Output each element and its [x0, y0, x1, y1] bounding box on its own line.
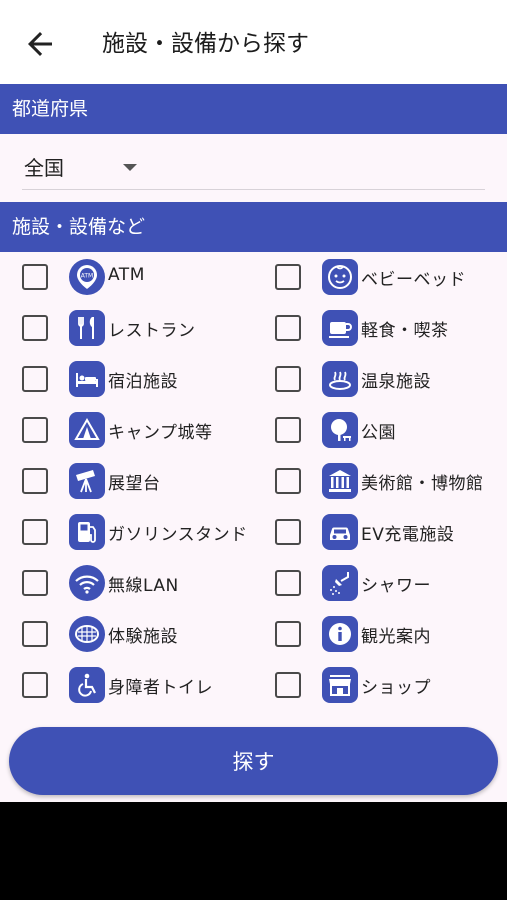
wheelchair-icon [69, 667, 105, 703]
checkbox[interactable] [275, 468, 301, 494]
facility-label: レストラン [108, 321, 196, 341]
checkbox[interactable] [22, 315, 48, 341]
checkbox[interactable] [275, 417, 301, 443]
facility-label: 観光案内 [361, 627, 431, 647]
checkbox[interactable] [275, 570, 301, 596]
bed-icon [69, 361, 105, 397]
screen: 施設・設備から探す 都道府県 全国 施設・設備など ATM ATM ベビーベッド [0, 0, 507, 802]
facility-label: キャンプ城等 [108, 423, 213, 443]
prefecture-dropdown[interactable]: 全国 [22, 144, 485, 190]
prefecture-selected: 全国 [24, 156, 64, 180]
camp-tent-icon [69, 412, 105, 448]
facility-label: シャワー [361, 576, 431, 596]
checkbox[interactable] [275, 315, 301, 341]
facility-label: 美術館・博物館 [361, 474, 484, 494]
cafe-icon [322, 310, 358, 346]
park-tree-icon [322, 412, 358, 448]
checkbox[interactable] [275, 366, 301, 392]
facility-label: 温泉施設 [361, 372, 431, 392]
info-icon [322, 616, 358, 652]
checkbox[interactable] [22, 417, 48, 443]
checkbox[interactable] [22, 519, 48, 545]
checkbox[interactable] [22, 570, 48, 596]
museum-icon [322, 463, 358, 499]
facility-label: 展望台 [108, 474, 161, 494]
facility-label: 公園 [361, 423, 396, 443]
facility-label: ショップ [361, 678, 431, 698]
facility-label: 宿泊施設 [108, 372, 178, 392]
checkbox[interactable] [22, 366, 48, 392]
facility-label: EV充電施設 [361, 525, 455, 545]
facility-label: ATM [108, 265, 145, 285]
shower-icon [322, 565, 358, 601]
facilities-header: 施設・設備など [0, 202, 507, 252]
atm-icon: ATM [69, 259, 105, 295]
shop-icon [322, 667, 358, 703]
checkbox[interactable] [22, 264, 48, 290]
baby-icon [322, 259, 358, 295]
facility-label: 無線LAN [108, 576, 179, 596]
checkbox[interactable] [275, 621, 301, 647]
checkbox[interactable] [275, 672, 301, 698]
facility-label: 軽食・喫茶 [361, 321, 449, 341]
hot-spring-icon [322, 361, 358, 397]
checkbox[interactable] [275, 264, 301, 290]
facility-label: ガソリンスタンド [108, 525, 248, 545]
caret-down-icon [123, 164, 137, 171]
facility-label: 身障者トイレ [108, 678, 213, 698]
back-arrow-icon[interactable] [22, 26, 58, 62]
facility-label: 体験施設 [108, 627, 178, 647]
telescope-icon [69, 463, 105, 499]
experience-icon [69, 616, 105, 652]
checkbox[interactable] [22, 621, 48, 647]
ev-car-icon [322, 514, 358, 550]
checkbox[interactable] [275, 519, 301, 545]
page-title: 施設・設備から探す [102, 31, 309, 57]
restaurant-icon [69, 310, 105, 346]
facility-label: ベビーベッド [361, 270, 466, 290]
search-button[interactable]: 探す [9, 727, 498, 795]
checkbox[interactable] [22, 468, 48, 494]
gas-station-icon [69, 514, 105, 550]
wifi-icon [69, 565, 105, 601]
svg-text:ATM: ATM [81, 273, 93, 280]
prefecture-header: 都道府県 [0, 84, 507, 134]
app-bar: 施設・設備から探す [0, 0, 507, 84]
checkbox[interactable] [22, 672, 48, 698]
